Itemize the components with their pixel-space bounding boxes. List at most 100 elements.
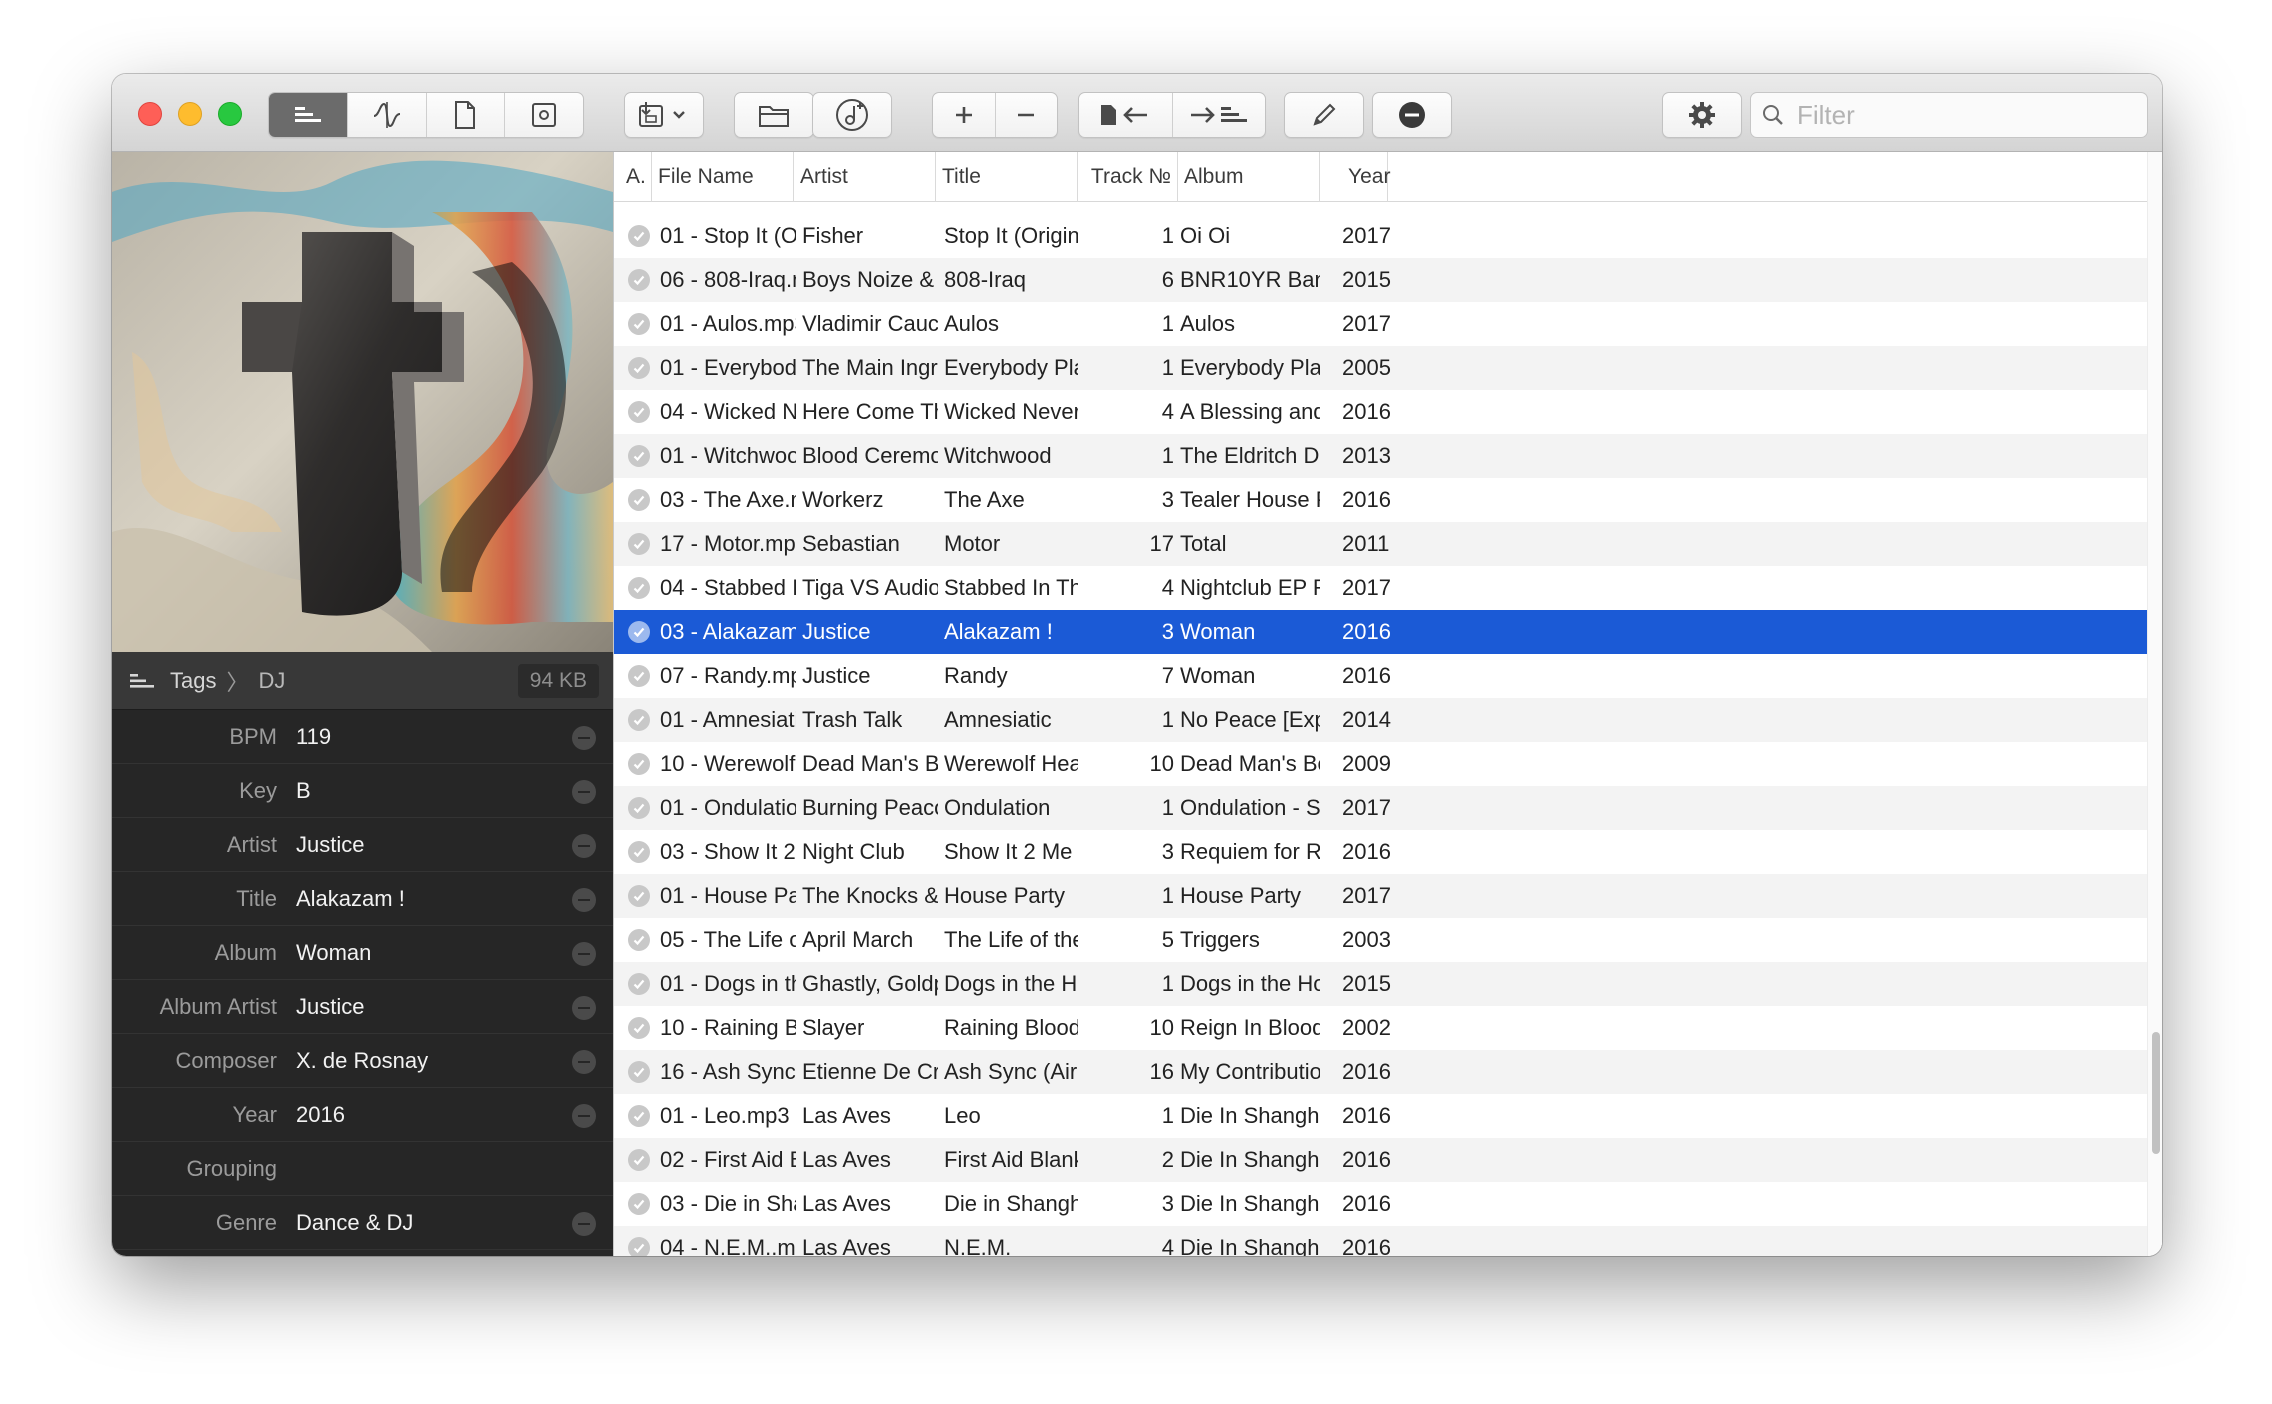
- tag-field-value[interactable]: 2016: [296, 1088, 345, 1142]
- tag-field-row[interactable]: Year 2016: [112, 1088, 613, 1142]
- minimize-window-button[interactable]: [178, 102, 202, 126]
- column-header-title[interactable]: Title: [936, 152, 1078, 202]
- remove-field-icon[interactable]: [572, 726, 596, 750]
- column-header-album[interactable]: Album: [1178, 152, 1320, 202]
- checkmark-icon[interactable]: [628, 973, 650, 995]
- tag-field-row[interactable]: Composer X. de Rosnay: [112, 1034, 613, 1088]
- table-row[interactable]: 16 - Ash Sync (A...Etienne De CrécyAsh S…: [614, 1050, 2147, 1094]
- tags-breadcrumb-label[interactable]: Tags: [170, 668, 216, 694]
- clear-tags-button-inner[interactable]: [1373, 93, 1451, 137]
- table-row[interactable]: 01 - Leo.mp3 Las Aves Leo 1Die In Shanghai 2…: [614, 1094, 2147, 1138]
- tag-field-value[interactable]: Justice: [296, 980, 364, 1034]
- table-row[interactable]: 10 - Raining Bloo...Slayer Raining Blood 1…: [614, 1006, 2147, 1050]
- checkmark-icon[interactable]: [628, 225, 650, 247]
- table-row[interactable]: 01 - Amnesiatic....Trash Talk Amnesiatic 1…: [614, 698, 2147, 742]
- table-row[interactable]: 01 - Ondulation....Burning PeacocksOndul…: [614, 786, 2147, 830]
- remove-field-icon[interactable]: [572, 942, 596, 966]
- filter-input[interactable]: [1795, 98, 2139, 132]
- remove-field-icon[interactable]: [572, 1212, 596, 1236]
- table-row[interactable]: 01 - Everybody P...The Main Ingredi...Ev…: [614, 346, 2147, 390]
- tags-breadcrumb-dj[interactable]: DJ: [259, 668, 286, 694]
- table-row[interactable]: 04 - Wicked Nev...Here Come The...Wicked…: [614, 390, 2147, 434]
- checkmark-icon[interactable]: [628, 841, 650, 863]
- close-window-button[interactable]: [138, 102, 162, 126]
- checkmark-icon[interactable]: [628, 577, 650, 599]
- artwork-view-button[interactable]: [505, 93, 583, 137]
- table-row-selected[interactable]: 03 - Alakazam !....Justice Alakazam ! 3Wom…: [614, 610, 2147, 654]
- checkmark-icon[interactable]: [628, 1017, 650, 1039]
- checkmark-icon[interactable]: [628, 445, 650, 467]
- column-header-artist[interactable]: Artist: [794, 152, 936, 202]
- tag-field-value[interactable]: B: [296, 764, 311, 818]
- tag-field-row[interactable]: BPM 119: [112, 710, 613, 764]
- column-header-a[interactable]: A.: [614, 152, 652, 202]
- open-folder-button[interactable]: [734, 92, 814, 138]
- tag-field-value[interactable]: Alakazam !: [296, 872, 405, 926]
- edit-button[interactable]: [1284, 92, 1364, 138]
- checkmark-icon[interactable]: [628, 357, 650, 379]
- checkmark-icon[interactable]: [628, 709, 650, 731]
- table-row[interactable]: 05 - The Life of t...April March The Life…: [614, 918, 2147, 962]
- save-button[interactable]: [625, 93, 703, 137]
- settings-button-inner[interactable]: [1663, 93, 1741, 137]
- tag-field-value[interactable]: Dance & DJ: [296, 1196, 413, 1250]
- checkmark-icon[interactable]: [628, 797, 650, 819]
- tag-field-value[interactable]: Woman: [296, 926, 371, 980]
- checkmark-icon[interactable]: [628, 401, 650, 423]
- table-row[interactable]: 03 - The Axe.mp3Workerz The Axe 3Tealer Ho…: [614, 478, 2147, 522]
- checkmark-icon[interactable]: [628, 753, 650, 775]
- table-row[interactable]: 17 - Motor.mp3 Sebastian Motor 17 Total 2011: [614, 522, 2147, 566]
- table-row[interactable]: 10 - Werewolf H...Dead Man's BonesWerewo…: [614, 742, 2147, 786]
- checkmark-icon[interactable]: [628, 621, 650, 643]
- checkmark-icon[interactable]: [628, 533, 650, 555]
- waveform-view-button[interactable]: [348, 93, 427, 137]
- table-row[interactable]: 01 - Stop It (Orig...Fisher Stop It (Orig…: [614, 214, 2147, 258]
- tag-field-value[interactable]: X. de Rosnay: [296, 1034, 428, 1088]
- checkmark-icon[interactable]: [628, 1193, 650, 1215]
- import-tags-button[interactable]: [1079, 93, 1173, 137]
- table-row[interactable]: 04 - Stabbed In...Tiga VS AudionStabbed …: [614, 566, 2147, 610]
- tags-view-button[interactable]: [269, 93, 348, 137]
- checkmark-icon[interactable]: [628, 1105, 650, 1127]
- remove-field-icon[interactable]: [572, 834, 596, 858]
- checkmark-icon[interactable]: [628, 885, 650, 907]
- tag-field-row[interactable]: Genre Dance & DJ: [112, 1196, 613, 1250]
- remove-field-icon[interactable]: [572, 1104, 596, 1128]
- music-library-button[interactable]: [813, 93, 891, 137]
- table-row[interactable]: 07 - Randy.mp3Justice Randy 7Woman 2016: [614, 654, 2147, 698]
- tag-field-row[interactable]: Key B: [112, 764, 613, 818]
- table-row[interactable]: 01 - Witchwood....Blood CeremonyWitchwoo…: [614, 434, 2147, 478]
- remove-button[interactable]: [996, 93, 1058, 137]
- table-row[interactable]: 03 - Die in Shan...Las Aves Die in Shangh…: [614, 1182, 2147, 1226]
- table-row[interactable]: 01 - Dogs in the...Ghastly, GoldplateDog…: [614, 962, 2147, 1006]
- table-row[interactable]: 01 - Aulos.mp3Vladimir Cauche...Aulos1Au…: [614, 302, 2147, 346]
- table-row[interactable]: 04 - N.E.M..mp3 Las Aves N.E.M. 4 Die In Sha…: [614, 1226, 2147, 1256]
- column-header-file-name[interactable]: File Name: [652, 152, 794, 202]
- checkmark-icon[interactable]: [628, 1061, 650, 1083]
- settings-button[interactable]: [1662, 92, 1742, 138]
- add-button[interactable]: [933, 93, 996, 137]
- file-view-button[interactable]: [427, 93, 506, 137]
- clear-tags-button[interactable]: [1372, 92, 1452, 138]
- tag-field-row[interactable]: Grouping: [112, 1142, 613, 1196]
- checkmark-icon[interactable]: [628, 1149, 650, 1171]
- column-header-year[interactable]: Year: [1320, 152, 1390, 202]
- edit-button-inner[interactable]: [1285, 93, 1363, 137]
- tag-field-value[interactable]: Justice: [296, 818, 364, 872]
- remove-field-icon[interactable]: [572, 996, 596, 1020]
- tag-field-row[interactable]: Title Alakazam !: [112, 872, 613, 926]
- zoom-window-button[interactable]: [218, 102, 242, 126]
- table-row[interactable]: 02 - First Aid Bla...Las Aves First Aid B…: [614, 1138, 2147, 1182]
- checkmark-icon[interactable]: [628, 313, 650, 335]
- scrollbar-thumb[interactable]: [2152, 1032, 2160, 1154]
- column-header-track-number[interactable]: Track №: [1078, 152, 1178, 202]
- checkmark-icon[interactable]: [628, 929, 650, 951]
- checkmark-icon[interactable]: [628, 269, 650, 291]
- vertical-scrollbar[interactable]: [2147, 152, 2162, 1256]
- export-tags-button[interactable]: [1173, 93, 1266, 137]
- table-row[interactable]: 01 - House Party...The Knocks & Ca...Hou…: [614, 874, 2147, 918]
- tag-field-row[interactable]: Album Woman: [112, 926, 613, 980]
- filter-field[interactable]: [1750, 92, 2148, 138]
- album-artwork[interactable]: [112, 152, 613, 652]
- save-menu-button[interactable]: [624, 92, 704, 138]
